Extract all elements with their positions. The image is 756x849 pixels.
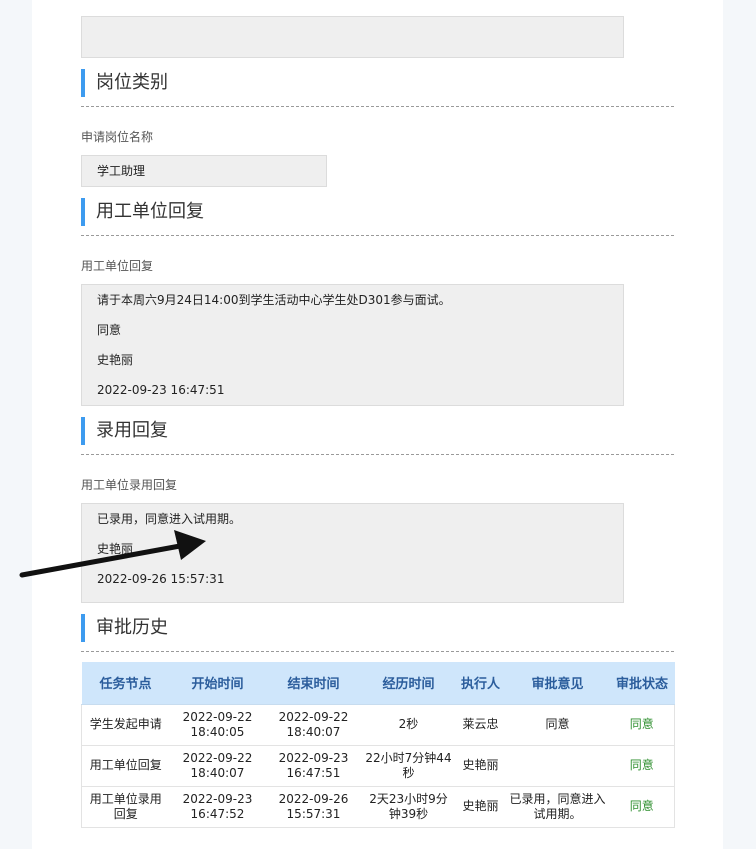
hire-reply-label: 用工单位录用回复 <box>81 478 178 492</box>
column-header-task-node: 任务节点 <box>81 662 170 705</box>
section-title: 用工单位回复 <box>96 201 204 222</box>
previous-field-box <box>81 16 624 58</box>
unit-reply-label: 用工单位回复 <box>81 259 154 273</box>
column-header-executor: 执行人 <box>455 662 506 705</box>
cell-start-time: 2022-09-23 16:47:52 <box>169 785 266 828</box>
cell-start-time: 2022-09-22 18:40:07 <box>169 744 266 786</box>
cell-end-time: 2022-09-22 18:40:07 <box>265 703 362 745</box>
unit-reply-field: 请于本周六9月24日14:00到学生活动中心学生处D301参与面试。 同意 史艳… <box>81 284 624 406</box>
cell-task-node: 用工单位录用回复 <box>81 785 170 828</box>
hire-reply-field: 已录用，同意进入试用期。 史艳丽 2022-09-26 15:57:31 <box>81 503 624 603</box>
cell-end-time: 2022-09-23 16:47:51 <box>265 744 362 786</box>
cell-opinion <box>505 744 610 786</box>
cell-duration: 22小时7分钟44秒 <box>361 744 456 786</box>
section-header-approval-history: 审批历史 <box>81 612 674 652</box>
column-header-status: 审批状态 <box>609 662 675 705</box>
cell-status: 同意 <box>609 703 675 745</box>
cell-task-node: 学生发起申请 <box>81 703 170 745</box>
section-header-hire-reply: 录用回复 <box>81 415 674 455</box>
approval-history-table: 任务节点 开始时间 结束时间 经历时间 执行人 审批意见 审批状态 学生发起申请… <box>81 662 675 828</box>
section-accent-bar <box>81 614 85 642</box>
hire-reply-message: 已录用，同意进入试用期。 <box>97 512 242 526</box>
cell-duration: 2秒 <box>361 703 456 745</box>
section-accent-bar <box>81 69 85 97</box>
section-accent-bar <box>81 198 85 226</box>
cell-start-time: 2022-09-22 18:40:05 <box>169 703 266 745</box>
column-header-start-time: 开始时间 <box>169 662 266 705</box>
column-header-opinion: 审批意见 <box>505 662 610 705</box>
unit-reply-message: 请于本周六9月24日14:00到学生活动中心学生处D301参与面试。 <box>97 293 451 307</box>
section-title: 录用回复 <box>96 420 168 441</box>
cell-opinion: 已录用，同意进入试用期。 <box>505 785 610 828</box>
table-header-row: 任务节点 开始时间 结束时间 经历时间 执行人 审批意见 审批状态 <box>81 662 675 705</box>
cell-opinion: 同意 <box>505 703 610 745</box>
section-header-unit-reply: 用工单位回复 <box>81 196 674 236</box>
cell-status: 同意 <box>609 785 675 828</box>
table-row: 学生发起申请 2022-09-22 18:40:05 2022-09-22 18… <box>81 703 675 745</box>
cell-duration: 2天23小时9分钟39秒 <box>361 785 456 828</box>
table-row: 用工单位回复 2022-09-22 18:40:07 2022-09-23 16… <box>81 744 675 786</box>
hire-reply-timestamp: 2022-09-26 15:57:31 <box>97 572 225 586</box>
cell-executor: 史艳丽 <box>455 744 506 786</box>
cell-executor: 莱云忠 <box>455 703 506 745</box>
cell-end-time: 2022-09-26 15:57:31 <box>265 785 362 828</box>
section-title: 岗位类别 <box>96 72 168 93</box>
cell-task-node: 用工单位回复 <box>81 744 170 786</box>
unit-reply-signer: 史艳丽 <box>97 353 134 367</box>
position-name-label: 申请岗位名称 <box>81 130 154 144</box>
unit-reply-decision: 同意 <box>97 323 122 337</box>
cell-status: 同意 <box>609 744 675 786</box>
column-header-end-time: 结束时间 <box>265 662 362 705</box>
unit-reply-timestamp: 2022-09-23 16:47:51 <box>97 383 225 397</box>
column-header-duration: 经历时间 <box>361 662 456 705</box>
hire-reply-signer: 史艳丽 <box>97 542 134 556</box>
page-container: 岗位类别 申请岗位名称 学工助理 用工单位回复 用工单位回复 请于本周六9月24… <box>32 0 723 849</box>
section-accent-bar <box>81 417 85 445</box>
position-name-field: 学工助理 <box>81 155 327 187</box>
table-row: 用工单位录用回复 2022-09-23 16:47:52 2022-09-26 … <box>81 785 675 828</box>
section-header-position-type: 岗位类别 <box>81 67 674 107</box>
section-title: 审批历史 <box>96 617 168 638</box>
cell-executor: 史艳丽 <box>455 785 506 828</box>
